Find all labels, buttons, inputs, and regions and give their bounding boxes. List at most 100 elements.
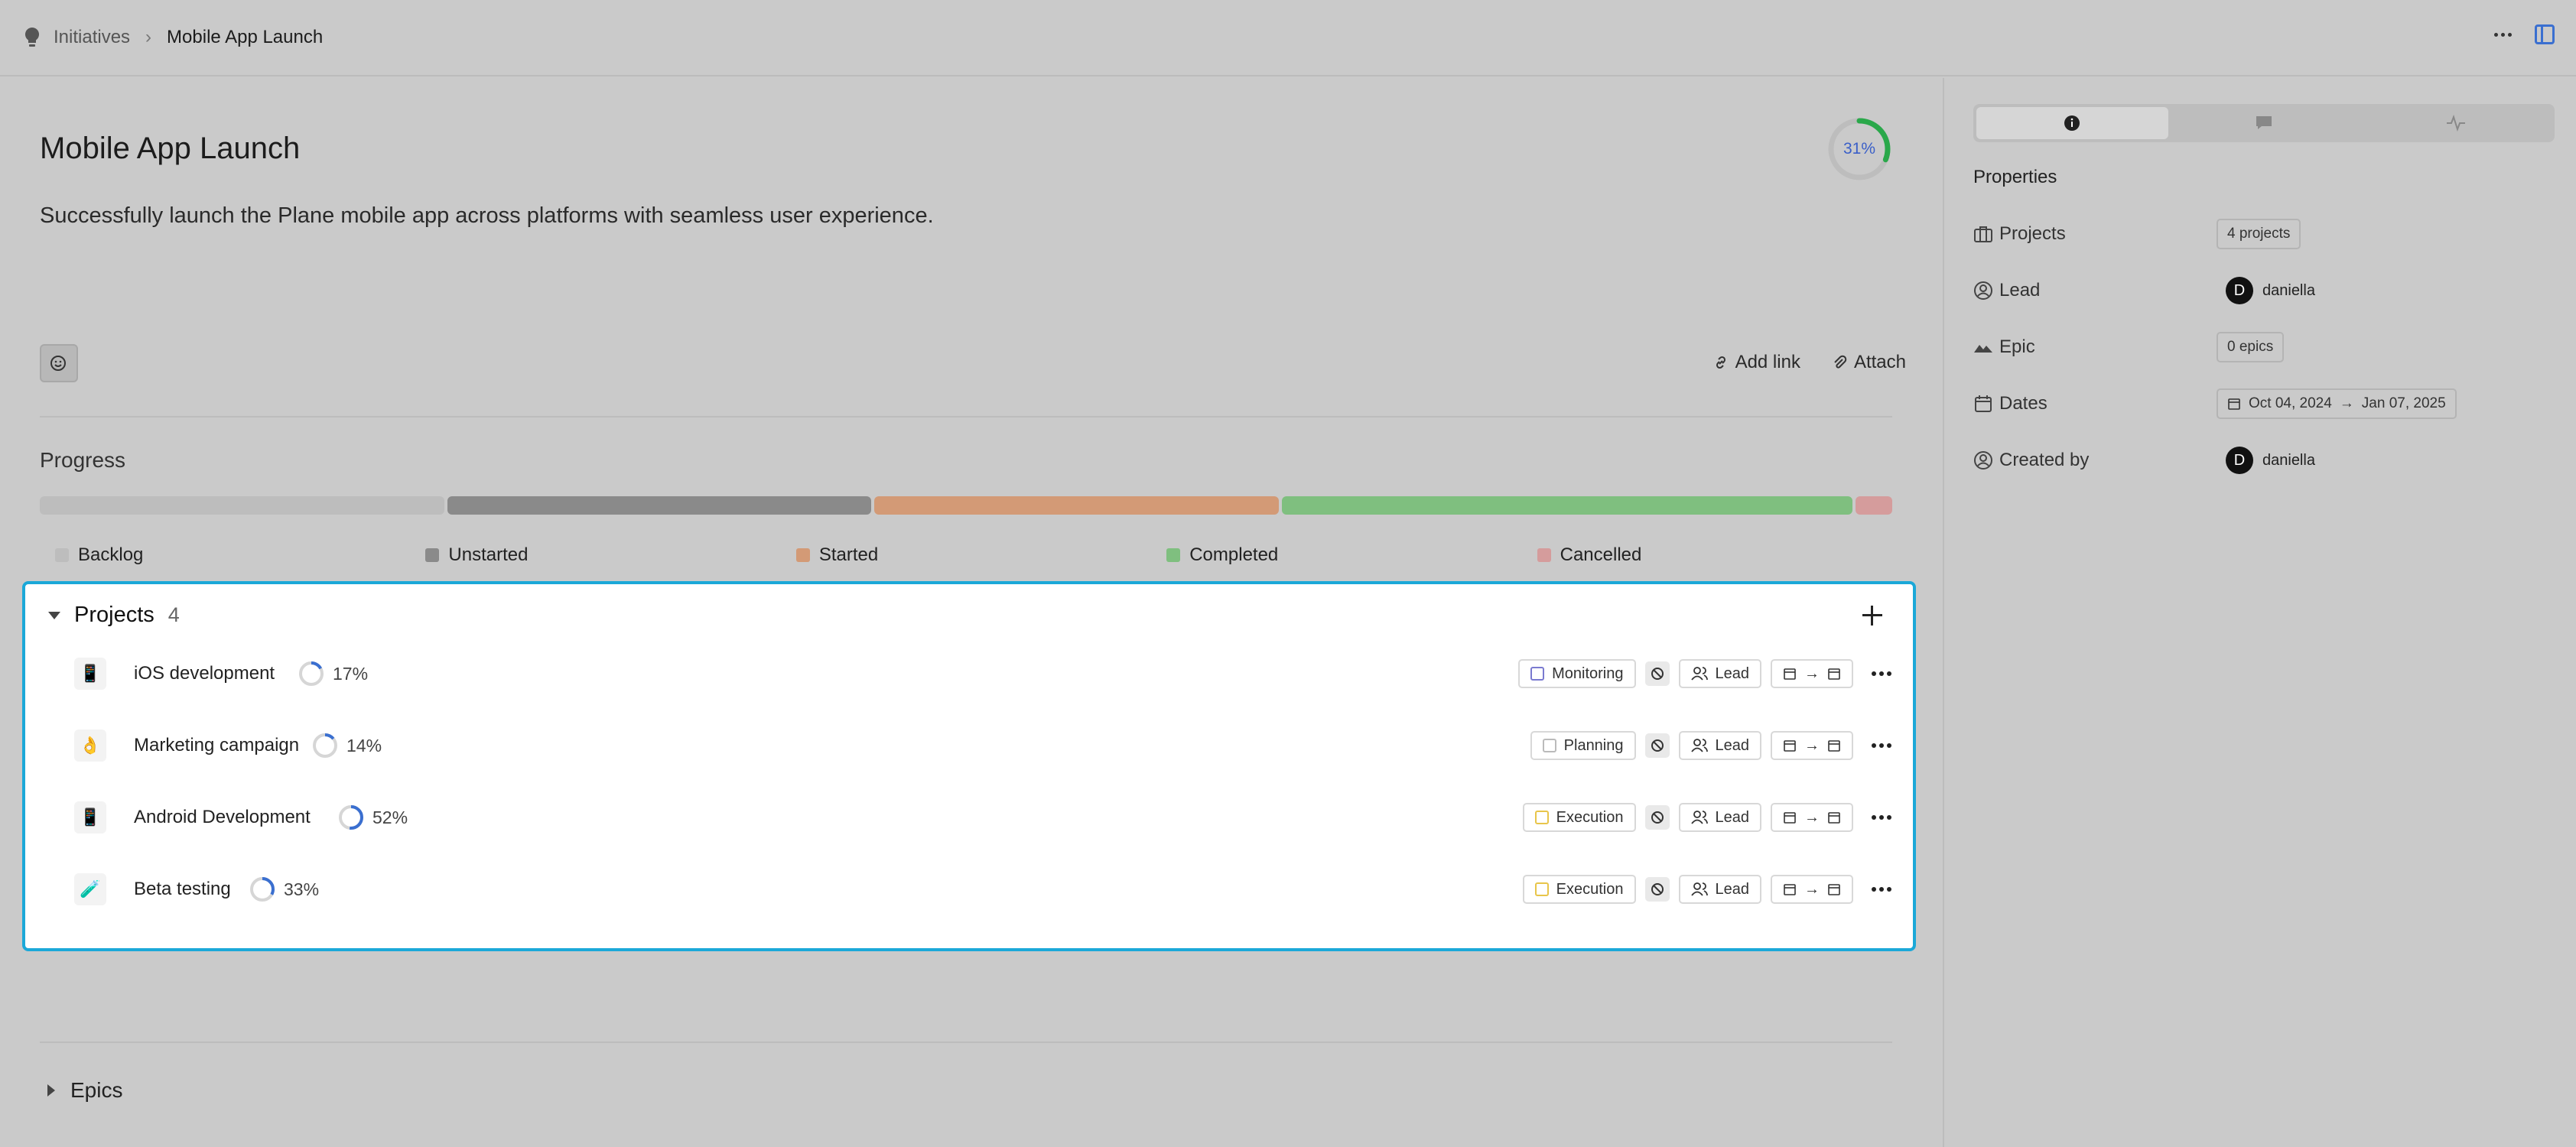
calendar-icon: [1975, 395, 1992, 412]
projects-label: Projects: [1999, 223, 2066, 244]
tab-comments[interactable]: [2168, 107, 2360, 139]
epic-label: Epic: [1999, 336, 2035, 357]
calendar-icon: [1784, 884, 1796, 895]
project-progress: 33%: [249, 876, 319, 903]
project-emoji-icon[interactable]: 🧪: [74, 873, 106, 905]
priority-none-icon[interactable]: [1644, 805, 1670, 830]
more-options-icon[interactable]: [2494, 32, 2512, 37]
projects-count: 4: [168, 603, 180, 626]
project-state-dropdown[interactable]: Execution: [1522, 803, 1636, 832]
state-label: Monitoring: [1552, 664, 1624, 682]
project-emoji-icon[interactable]: 👌: [74, 729, 106, 762]
dates-label: Dates: [1999, 393, 2047, 414]
project-row[interactable]: 👌 Marketing campaign 14% Planning Lead →: [25, 710, 1913, 781]
project-name[interactable]: Marketing campaign: [134, 735, 299, 756]
project-row-actions: Execution Lead →: [1522, 875, 1891, 904]
toggle-sidebar-icon[interactable]: [2535, 24, 2555, 44]
more-options-icon[interactable]: [1872, 815, 1891, 820]
epic-dropdown[interactable]: 0 epics: [2217, 332, 2285, 362]
more-options-icon[interactable]: [1872, 887, 1891, 892]
project-date-range[interactable]: →: [1771, 731, 1853, 760]
projects-title: Projects: [74, 603, 154, 627]
legend-swatch: [1537, 548, 1551, 562]
progress-segment-unstarted: [447, 496, 871, 515]
sidebar-tabs: [1973, 104, 2555, 142]
property-projects: Projects 4 projects: [1973, 219, 2555, 249]
projects-dropdown[interactable]: 4 projects: [2217, 219, 2301, 249]
project-row[interactable]: 🧪 Beta testing 33% Execution Lead →: [25, 853, 1913, 925]
properties-heading: Properties: [1973, 167, 2057, 187]
breadcrumb-current: Mobile App Launch: [167, 27, 324, 47]
project-row[interactable]: 📱 Android Development 52% Execution Lead →: [25, 781, 1913, 853]
legend-label: Cancelled: [1560, 544, 1642, 565]
property-lead: Lead D daniella: [1973, 275, 2555, 306]
arrow-right-icon: →: [1804, 736, 1820, 754]
epics-section-header[interactable]: Epics: [47, 1078, 122, 1103]
calendar-icon: [1828, 740, 1840, 752]
projects-section-header[interactable]: Projects 4: [48, 603, 180, 628]
avatar: D: [2226, 447, 2253, 474]
project-progress: 17%: [298, 660, 368, 687]
calendar-icon: [1828, 812, 1840, 824]
project-emoji-icon[interactable]: 📱: [74, 801, 106, 833]
breadcrumb-initiatives[interactable]: Initiatives: [54, 27, 130, 48]
smiley-icon: [50, 356, 66, 371]
legend-swatch: [425, 548, 440, 562]
project-lead-dropdown[interactable]: Lead: [1678, 659, 1761, 688]
lead-dropdown[interactable]: D daniella: [2217, 277, 2315, 304]
properties-sidebar: Properties Projects 4 projects Lead D da…: [1943, 78, 2576, 1147]
calendar-icon: [1784, 668, 1796, 680]
add-project-icon[interactable]: [1862, 606, 1882, 625]
priority-none-icon[interactable]: [1644, 877, 1670, 902]
project-progress: 52%: [337, 804, 408, 831]
project-emoji-icon[interactable]: 📱: [74, 658, 106, 690]
state-label: Execution: [1556, 808, 1624, 826]
project-state-dropdown[interactable]: Monitoring: [1518, 659, 1636, 688]
property-dates: Dates Oct 04, 2024 → Jan 07, 2025: [1973, 388, 2555, 419]
project-date-range[interactable]: →: [1771, 659, 1853, 688]
project-lead-dropdown[interactable]: Lead: [1678, 875, 1761, 904]
progress-ring-icon: [250, 877, 275, 902]
initiative-title[interactable]: Mobile App Launch: [40, 132, 300, 166]
project-date-range[interactable]: →: [1771, 875, 1853, 904]
state-icon: [1534, 811, 1549, 824]
project-row-actions: Execution Lead →: [1522, 803, 1891, 832]
tab-info[interactable]: [1976, 107, 2168, 139]
attach-button[interactable]: Attach: [1831, 352, 1906, 373]
tab-activity[interactable]: [2360, 107, 2552, 139]
arrow-right-icon: →: [1804, 664, 1820, 682]
progress-percentage: 52%: [372, 807, 408, 827]
project-row[interactable]: 📱 iOS development 17% Monitoring Lead →: [25, 638, 1913, 710]
progress-percentage: 31%: [1843, 140, 1876, 158]
progress-percentage: 17%: [333, 663, 369, 684]
users-icon: [1690, 667, 1708, 681]
start-date: Oct 04, 2024: [2249, 395, 2332, 411]
users-icon: [1690, 882, 1708, 896]
epic-icon: [1974, 345, 1992, 353]
end-date: Jan 07, 2025: [2361, 395, 2446, 411]
project-lead-dropdown[interactable]: Lead: [1678, 803, 1761, 832]
initiative-description[interactable]: Successfully launch the Plane mobile app…: [40, 203, 934, 229]
date-range-picker[interactable]: Oct 04, 2024 → Jan 07, 2025: [2217, 388, 2457, 419]
property-epic: Epic 0 epics: [1973, 332, 2555, 362]
state-icon: [1530, 667, 1545, 681]
more-options-icon[interactable]: [1872, 671, 1891, 676]
add-link-button[interactable]: Add link: [1712, 352, 1800, 373]
initiative-icon: [23, 26, 41, 49]
project-date-range[interactable]: →: [1771, 803, 1853, 832]
project-state-dropdown[interactable]: Planning: [1530, 731, 1636, 760]
legend-label: Backlog: [78, 544, 144, 565]
priority-none-icon[interactable]: [1644, 661, 1670, 686]
add-reaction-button[interactable]: [40, 344, 78, 382]
progress-segment-completed: [1282, 496, 1852, 515]
project-lead-dropdown[interactable]: Lead: [1678, 731, 1761, 760]
priority-none-icon[interactable]: [1644, 733, 1670, 758]
progress-ring-icon: [339, 805, 363, 830]
project-name[interactable]: Android Development: [134, 807, 311, 828]
project-name[interactable]: Beta testing: [134, 879, 231, 900]
avatar: D: [2226, 277, 2253, 304]
project-state-dropdown[interactable]: Execution: [1522, 875, 1636, 904]
arrow-right-icon: →: [1804, 808, 1820, 826]
more-options-icon[interactable]: [1872, 743, 1891, 748]
project-name[interactable]: iOS development: [134, 663, 275, 684]
